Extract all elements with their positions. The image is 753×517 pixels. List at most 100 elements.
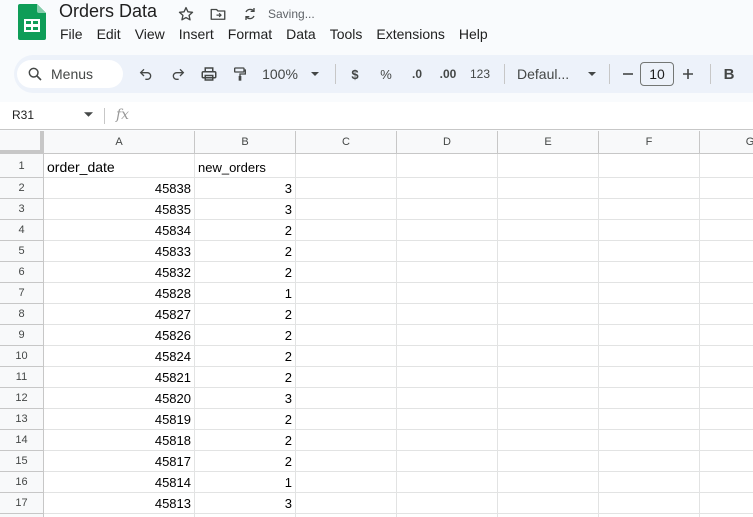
table-cell[interactable]: 2 <box>195 346 296 367</box>
table-cell[interactable] <box>498 493 599 514</box>
table-cell[interactable] <box>599 220 700 241</box>
table-cell[interactable]: 1 <box>195 283 296 304</box>
zoom-select[interactable]: 100% <box>255 60 327 88</box>
table-cell[interactable]: 45827 <box>44 304 195 325</box>
table-cell[interactable]: new_orders <box>195 154 296 178</box>
table-cell[interactable] <box>397 472 498 493</box>
table-cell[interactable] <box>397 451 498 472</box>
table-cell[interactable] <box>700 493 753 514</box>
table-cell[interactable] <box>397 388 498 409</box>
table-cell[interactable] <box>296 451 397 472</box>
table-cell[interactable] <box>296 178 397 199</box>
table-cell[interactable] <box>296 493 397 514</box>
table-cell[interactable] <box>397 178 498 199</box>
table-cell[interactable] <box>296 346 397 367</box>
star-icon[interactable] <box>176 4 196 24</box>
table-cell[interactable] <box>498 367 599 388</box>
row-header[interactable]: 2 <box>0 178 44 199</box>
row-header[interactable]: 16 <box>0 472 44 493</box>
undo-button[interactable] <box>129 60 163 88</box>
table-cell[interactable] <box>498 430 599 451</box>
table-cell[interactable] <box>700 430 753 451</box>
row-header[interactable]: 6 <box>0 262 44 283</box>
table-cell[interactable] <box>296 325 397 346</box>
table-cell[interactable] <box>296 430 397 451</box>
table-cell[interactable] <box>599 472 700 493</box>
table-cell[interactable]: 45826 <box>44 325 195 346</box>
row-header[interactable]: 12 <box>0 388 44 409</box>
table-cell[interactable]: 45838 <box>44 178 195 199</box>
table-cell[interactable] <box>599 409 700 430</box>
row-header[interactable]: 14 <box>0 430 44 451</box>
column-header-f[interactable]: F <box>599 131 700 154</box>
bold-button[interactable]: B <box>719 60 739 88</box>
search-menus-button[interactable]: Menus <box>17 60 123 88</box>
table-cell[interactable]: 2 <box>195 409 296 430</box>
table-cell[interactable] <box>397 493 498 514</box>
table-cell[interactable] <box>397 220 498 241</box>
table-cell[interactable] <box>599 241 700 262</box>
table-cell[interactable] <box>599 262 700 283</box>
table-cell[interactable]: 2 <box>195 262 296 283</box>
print-button[interactable] <box>193 60 225 88</box>
table-cell[interactable]: 45834 <box>44 220 195 241</box>
table-cell[interactable]: 45828 <box>44 283 195 304</box>
table-cell[interactable] <box>296 409 397 430</box>
table-cell[interactable]: 45832 <box>44 262 195 283</box>
percent-format-button[interactable]: % <box>370 60 402 88</box>
table-cell[interactable] <box>700 325 753 346</box>
row-header[interactable]: 17 <box>0 493 44 514</box>
table-cell[interactable] <box>498 451 599 472</box>
table-cell[interactable]: 45813 <box>44 493 195 514</box>
table-cell[interactable] <box>700 220 753 241</box>
table-cell[interactable] <box>397 367 498 388</box>
table-cell[interactable] <box>296 283 397 304</box>
table-cell[interactable] <box>599 178 700 199</box>
redo-button[interactable] <box>163 60 193 88</box>
table-cell[interactable] <box>498 325 599 346</box>
table-cell[interactable] <box>498 304 599 325</box>
table-cell[interactable]: 2 <box>195 430 296 451</box>
table-cell[interactable] <box>397 346 498 367</box>
increase-decimal-button[interactable]: .00 <box>432 60 464 88</box>
table-cell[interactable] <box>397 241 498 262</box>
table-cell[interactable] <box>498 283 599 304</box>
table-cell[interactable] <box>296 199 397 220</box>
row-header[interactable]: 1 <box>0 154 44 178</box>
table-cell[interactable] <box>599 430 700 451</box>
table-cell[interactable] <box>700 472 753 493</box>
table-cell[interactable]: 2 <box>195 451 296 472</box>
table-cell[interactable]: 2 <box>195 220 296 241</box>
table-cell[interactable] <box>599 154 700 178</box>
table-cell[interactable] <box>296 262 397 283</box>
table-cell[interactable] <box>700 451 753 472</box>
menu-data[interactable]: Data <box>286 26 316 42</box>
menu-insert[interactable]: Insert <box>179 26 214 42</box>
name-box[interactable]: R31 <box>12 108 34 122</box>
table-cell[interactable]: 3 <box>195 199 296 220</box>
table-cell[interactable]: 45835 <box>44 199 195 220</box>
table-cell[interactable]: 45820 <box>44 388 195 409</box>
table-cell[interactable] <box>397 154 498 178</box>
column-header-e[interactable]: E <box>498 131 599 154</box>
table-cell[interactable] <box>599 493 700 514</box>
move-folder-icon[interactable] <box>208 4 228 24</box>
table-cell[interactable] <box>397 283 498 304</box>
menu-view[interactable]: View <box>135 26 165 42</box>
column-header-a[interactable]: A <box>44 131 195 154</box>
row-header[interactable]: 3 <box>0 199 44 220</box>
row-header[interactable]: 9 <box>0 325 44 346</box>
menu-file[interactable]: File <box>60 26 83 42</box>
table-cell[interactable] <box>296 241 397 262</box>
table-cell[interactable] <box>296 388 397 409</box>
table-cell[interactable] <box>498 409 599 430</box>
table-cell[interactable] <box>498 199 599 220</box>
font-size-input[interactable]: 10 <box>640 62 674 86</box>
table-cell[interactable] <box>397 325 498 346</box>
table-cell[interactable] <box>397 262 498 283</box>
decrease-decimal-button[interactable]: .0 <box>402 60 432 88</box>
table-cell[interactable]: 45814 <box>44 472 195 493</box>
menu-extensions[interactable]: Extensions <box>376 26 444 42</box>
menu-help[interactable]: Help <box>459 26 488 42</box>
select-all-corner[interactable] <box>0 131 44 154</box>
